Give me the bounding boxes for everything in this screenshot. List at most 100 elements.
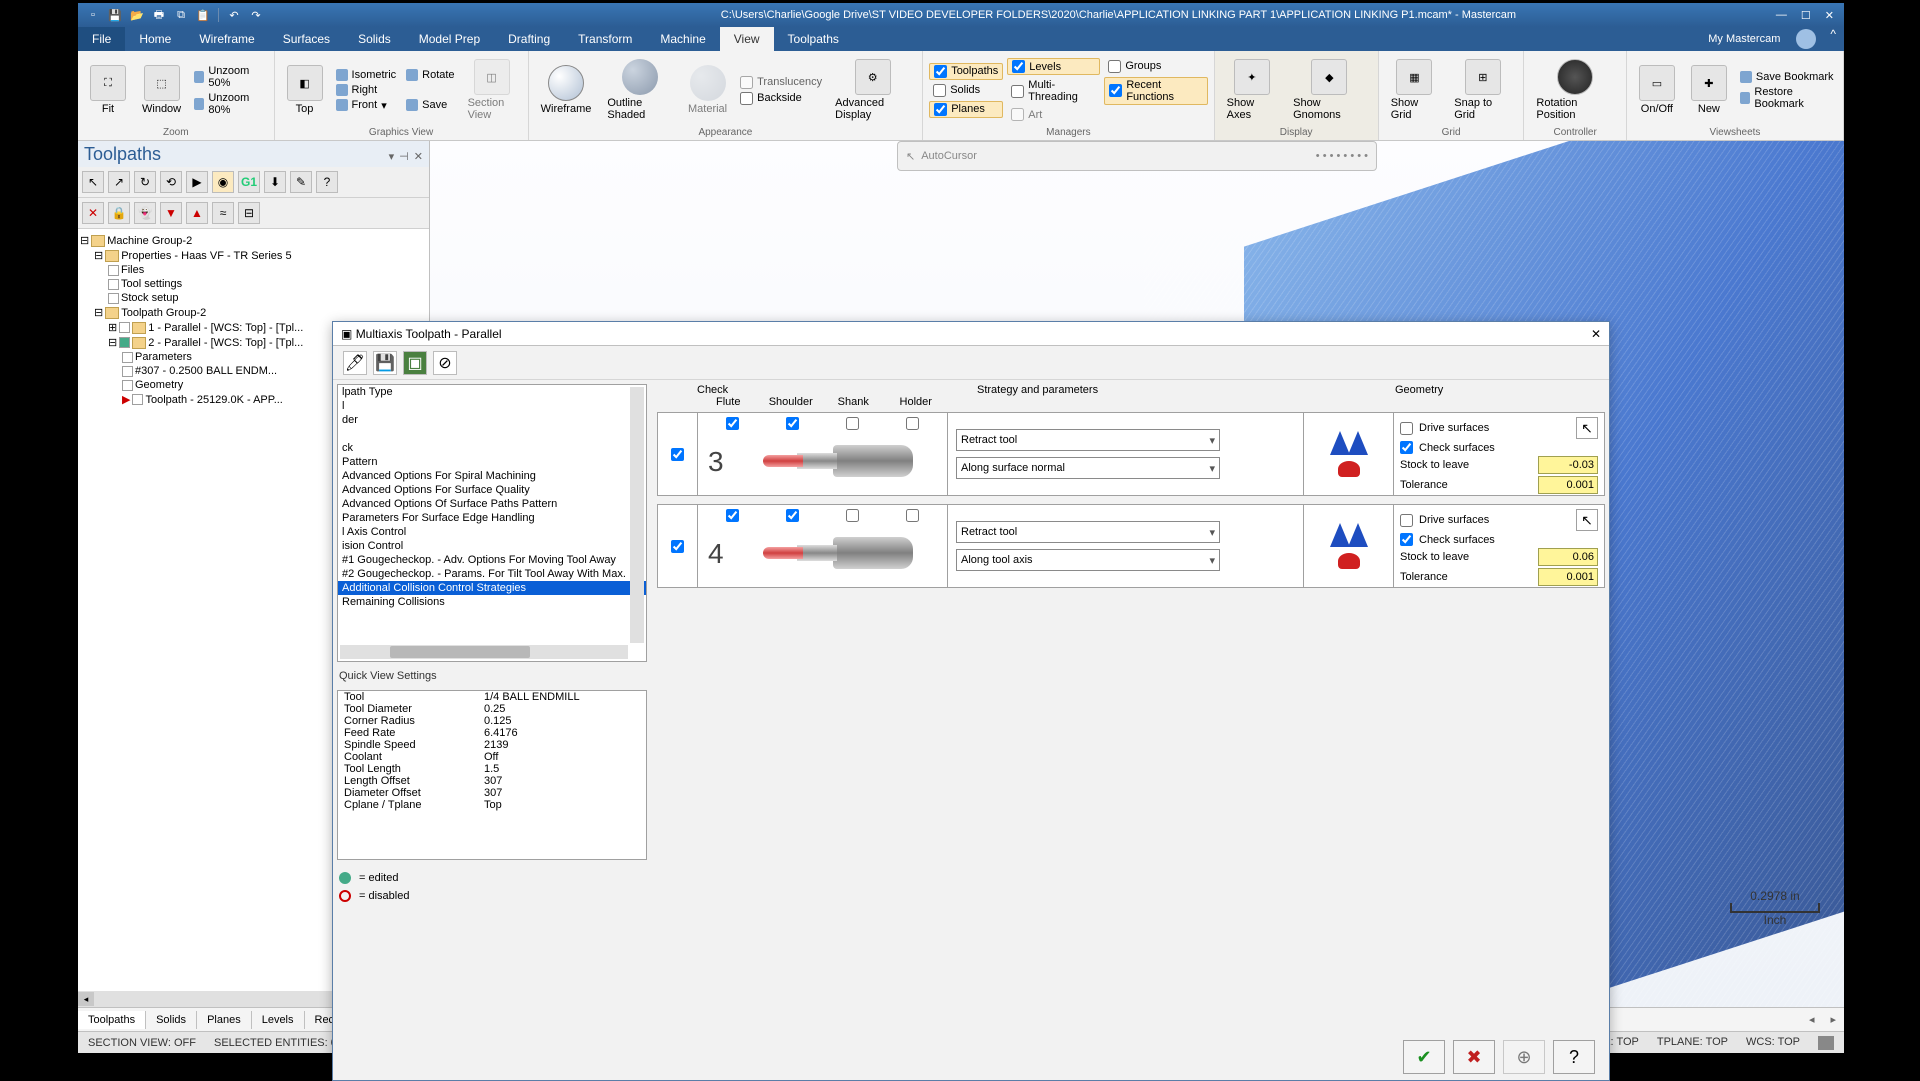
ribbon-collapse-icon[interactable]: ^ (1822, 27, 1844, 51)
tpm-pin-icon[interactable]: ⊣ (399, 151, 409, 163)
show-axes-button[interactable]: ✦Show Axes (1221, 57, 1283, 123)
tpm-backplot-icon[interactable]: ▶ (186, 171, 208, 193)
btab-toolpaths[interactable]: Toolpaths (78, 1011, 146, 1029)
cancel-button[interactable]: ✖ (1453, 1040, 1495, 1074)
row3-check-checkbox[interactable] (1400, 441, 1413, 454)
tpm-x-icon[interactable]: ✕ (82, 202, 104, 224)
tpm-close-icon[interactable]: ✕ (414, 151, 423, 163)
tree-hscroll[interactable] (340, 645, 628, 659)
advanced-display-button[interactable]: ⚙Advanced Display (829, 57, 916, 123)
dlg-disable-icon[interactable]: ⊘ (433, 351, 457, 375)
unzoom-80-button[interactable]: Unzoom 80% (191, 92, 267, 116)
isometric-button[interactable]: Isometric (333, 69, 400, 81)
snap-grid-button[interactable]: ⊞Snap to Grid (1448, 57, 1517, 123)
user-avatar-icon[interactable] (1796, 29, 1816, 49)
tab-machine[interactable]: Machine (646, 27, 719, 51)
top-view-button[interactable]: ◧Top (281, 63, 329, 117)
tpm-down-icon[interactable]: ▼ (160, 202, 182, 224)
row4-flute-checkbox[interactable] (726, 509, 739, 522)
row4-pick-button[interactable]: ↖ (1576, 509, 1598, 531)
tab-wireframe[interactable]: Wireframe (185, 27, 268, 51)
row4-strategy-dropdown[interactable]: Retract tool▾ (956, 521, 1220, 543)
help-button[interactable]: ? (1553, 1040, 1595, 1074)
backside-toggle[interactable]: Backside (737, 92, 825, 105)
tpm-ghost-icon[interactable]: 👻 (134, 202, 156, 224)
row3-strategy-dropdown[interactable]: Retract tool▾ (956, 429, 1220, 451)
row3-shank-checkbox[interactable] (846, 417, 859, 430)
copy-icon[interactable]: ⧉ (174, 8, 188, 22)
tree-item-selected[interactable]: Additional Collision Control Strategies (338, 581, 646, 595)
status-color-swatch[interactable] (1818, 1036, 1834, 1050)
tpm-lock-icon[interactable]: 🔒 (108, 202, 130, 224)
mgr-solids-toggle[interactable]: Solids (929, 83, 1003, 98)
tpm-insert-icon[interactable]: ⬇ (264, 171, 286, 193)
gview-save-button[interactable]: Save (403, 99, 457, 111)
viewsheet-onoff-button[interactable]: ▭On/Off (1633, 63, 1681, 117)
mgr-groups-toggle[interactable]: Groups (1104, 59, 1207, 74)
tpm-collapse-icon[interactable]: ⊟ (238, 202, 260, 224)
row4-holder-checkbox[interactable] (906, 509, 919, 522)
my-mastercam-link[interactable]: My Mastercam (1698, 27, 1790, 51)
maximize-icon[interactable]: ☐ (1801, 9, 1811, 22)
tree-vscroll[interactable] (630, 387, 644, 643)
rotate-button[interactable]: Rotate (403, 69, 457, 81)
tpm-dropdown-icon[interactable]: ▾ (389, 151, 395, 163)
row3-shoulder-checkbox[interactable] (786, 417, 799, 430)
ok-button[interactable]: ✔ (1403, 1040, 1445, 1074)
open-icon[interactable]: 📂 (130, 8, 144, 22)
row4-tol-input[interactable] (1538, 568, 1598, 586)
right-view-button[interactable]: Right (333, 84, 400, 96)
tpm-select-icon[interactable]: ↖ (82, 171, 104, 193)
row3-stock-input[interactable] (1538, 456, 1598, 474)
tab-toolpaths[interactable]: Toolpaths (774, 27, 853, 51)
tpm-up-icon[interactable]: ▲ (186, 202, 208, 224)
status-tplane[interactable]: TPLANE: TOP (1657, 1036, 1728, 1050)
dlg-save-icon[interactable]: 💾 (373, 351, 397, 375)
outline-shaded-button[interactable]: Outline Shaded (601, 57, 678, 123)
show-gnomons-button[interactable]: ◆Show Gnomons (1287, 57, 1372, 123)
row3-drive-checkbox[interactable] (1400, 422, 1413, 435)
apply-button[interactable]: ⊕ (1503, 1040, 1545, 1074)
row4-shank-checkbox[interactable] (846, 509, 859, 522)
dialog-close-icon[interactable]: ✕ (1591, 327, 1601, 341)
mgr-levels-toggle[interactable]: Levels (1007, 58, 1100, 75)
wireframe-mode-button[interactable]: Wireframe (535, 63, 598, 117)
viewsheet-new-button[interactable]: ✚New (1685, 63, 1733, 117)
btab-solids[interactable]: Solids (146, 1011, 197, 1029)
row3-pick-button[interactable]: ↖ (1576, 417, 1598, 439)
save-bookmark-button[interactable]: Save Bookmark (1737, 71, 1837, 83)
redo-icon[interactable]: ↷ (249, 8, 263, 22)
status-wcs[interactable]: WCS: TOP (1746, 1036, 1800, 1050)
tpm-selectall-icon[interactable]: ↗ (108, 171, 130, 193)
section-view-button[interactable]: ◫Section View (462, 57, 522, 123)
tpm-display-icon[interactable]: ≈ (212, 202, 234, 224)
paste-icon[interactable]: 📋 (196, 8, 210, 22)
front-view-button[interactable]: Front ▾ (333, 99, 400, 112)
tpm-verify-icon[interactable]: ◉ (212, 171, 234, 193)
row4-stock-input[interactable] (1538, 548, 1598, 566)
row3-enable-checkbox[interactable] (671, 448, 684, 461)
show-grid-button[interactable]: ▦Show Grid (1385, 57, 1445, 123)
mgr-toolpaths-toggle[interactable]: Toolpaths (929, 63, 1003, 80)
tab-surfaces[interactable]: Surfaces (269, 27, 344, 51)
row3-tol-input[interactable] (1538, 476, 1598, 494)
translucency-toggle[interactable]: Translucency (737, 76, 825, 89)
tab-solids[interactable]: Solids (344, 27, 405, 51)
row3-direction-dropdown[interactable]: Along surface normal▾ (956, 457, 1220, 479)
vtab-right-arrow[interactable]: ▸ (1822, 1013, 1844, 1026)
new-icon[interactable]: ▫ (86, 8, 100, 22)
selection-bar[interactable]: ↖ AutoCursor • • • • • • • • (897, 141, 1377, 171)
restore-bookmark-button[interactable]: Restore Bookmark (1737, 86, 1837, 110)
zoom-window-button[interactable]: ⬚Window (136, 63, 187, 117)
btab-planes[interactable]: Planes (197, 1011, 252, 1029)
close-icon[interactable]: ✕ (1825, 9, 1834, 22)
row4-enable-checkbox[interactable] (671, 540, 684, 553)
mgr-planes-toggle[interactable]: Planes (929, 101, 1003, 118)
row3-holder-checkbox[interactable] (906, 417, 919, 430)
tpm-options-icon[interactable]: ✎ (290, 171, 312, 193)
vtab-left-arrow[interactable]: ◂ (1801, 1013, 1823, 1026)
dlg-tool-icon[interactable]: 🖊 (343, 351, 367, 375)
tpm-regendirty-icon[interactable]: ⟲ (160, 171, 182, 193)
unzoom-50-button[interactable]: Unzoom 50% (191, 65, 267, 89)
tab-modelprep[interactable]: Model Prep (405, 27, 494, 51)
